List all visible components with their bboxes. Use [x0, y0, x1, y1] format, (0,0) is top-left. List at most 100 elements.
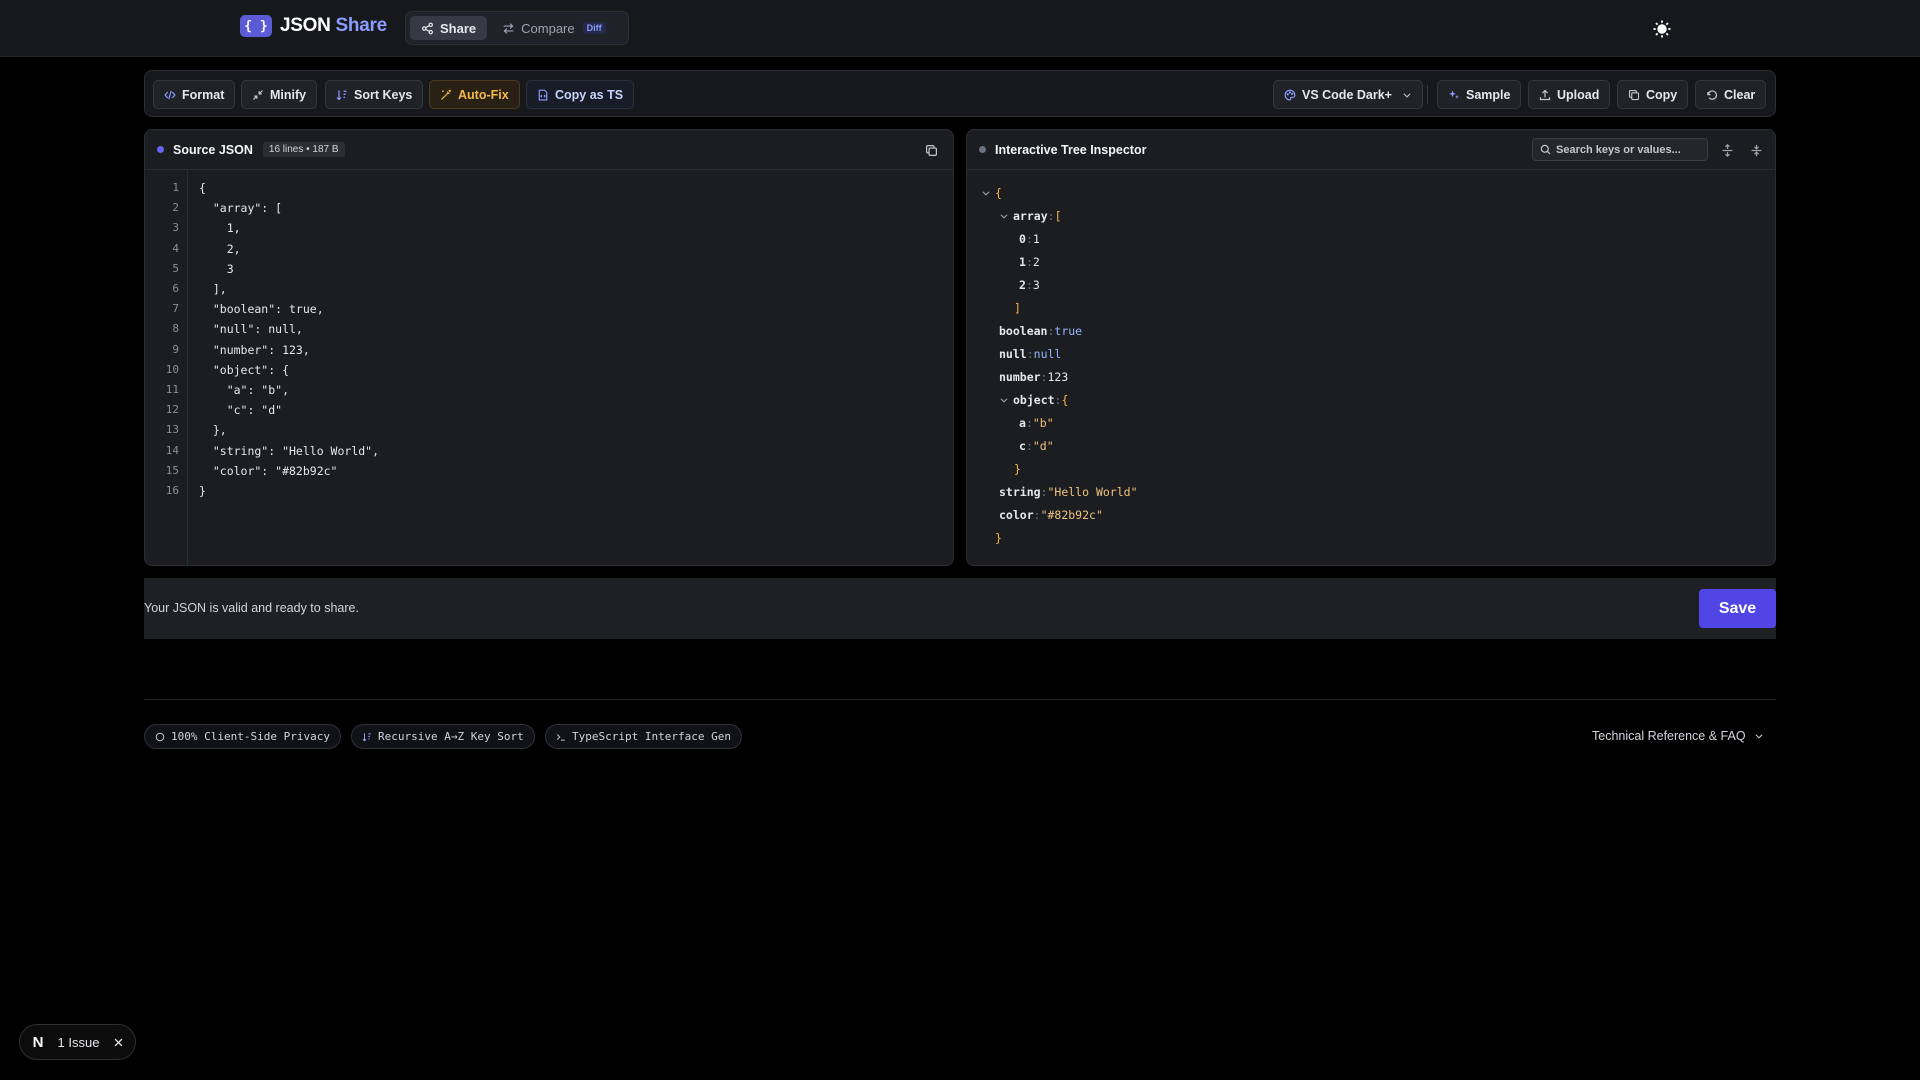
tree-colon: :: [1025, 278, 1033, 292]
dismiss-issue-button[interactable]: [111, 1035, 125, 1049]
tree-node-color[interactable]: color: "#82b92c": [999, 508, 1103, 522]
tree-search-input[interactable]: [1556, 143, 1696, 156]
code-line[interactable]: "c": "d": [199, 403, 282, 417]
tab-share[interactable]: Share: [410, 16, 488, 40]
line-number: 9: [172, 342, 179, 356]
tree-colon: :: [1040, 370, 1048, 384]
tree-node-a[interactable]: a: "b": [1019, 416, 1054, 430]
tab-compare-label: Compare: [521, 20, 575, 36]
chevron-down-icon: [1755, 734, 1763, 739]
tree-node-array-item[interactable]: 0: 1: [1019, 232, 1040, 246]
tree-node-string[interactable]: string: "Hello World": [999, 485, 1138, 499]
line-number: 7: [172, 302, 179, 316]
tree-value: null: [1033, 347, 1062, 361]
issue-count[interactable]: 1 Issue: [56, 1035, 101, 1050]
tree-colon: :: [1025, 439, 1033, 453]
tree-colon: :: [1040, 485, 1048, 499]
format-button[interactable]: Format: [153, 80, 236, 109]
copy-as-ts-label: Copy as TS: [555, 87, 624, 102]
code-line[interactable]: 2,: [199, 242, 241, 256]
code-line[interactable]: ],: [199, 282, 227, 296]
tree-search[interactable]: [1532, 138, 1708, 161]
close-icon: [114, 1038, 122, 1046]
tab-compare[interactable]: Compare Diff: [491, 16, 616, 40]
tree-node-c[interactable]: c: "d": [1019, 439, 1054, 453]
tree-node-null[interactable]: null: null: [999, 347, 1061, 361]
tab-share-label: Share: [440, 20, 477, 36]
line-number: 1: [172, 181, 179, 194]
code-line[interactable]: "number": 123,: [199, 343, 310, 357]
tree-panel-title: Interactive Tree Inspector: [995, 142, 1147, 157]
share-icon: [422, 22, 433, 34]
sort-icon: [362, 732, 371, 741]
line-number: 4: [172, 241, 179, 255]
chip-label: 100% Client-Side Privacy: [171, 730, 330, 743]
sample-button[interactable]: Sample: [1437, 80, 1522, 109]
tree-colon: :: [1047, 324, 1055, 338]
tree-node-array[interactable]: array: [: [999, 209, 1062, 223]
tree-node-array-item[interactable]: 2: 3: [1019, 278, 1040, 292]
root-close: }: [995, 531, 1002, 545]
tree-node-boolean[interactable]: boolean: true: [999, 324, 1082, 338]
auto-fix-button[interactable]: Auto-Fix: [429, 80, 520, 109]
root-close-brace: }: [995, 531, 1002, 545]
app-header: { } JSON Share Share Compare Diff: [0, 0, 1920, 57]
status-bar: Your JSON is valid and ready to share. S…: [144, 578, 1776, 639]
chevron-down-icon[interactable]: [999, 395, 1009, 405]
code-line[interactable]: },: [199, 423, 227, 437]
minify-button[interactable]: Minify: [241, 80, 318, 109]
code-line[interactable]: {: [199, 181, 206, 195]
issues-indicator[interactable]: N 1 Issue: [19, 1024, 136, 1060]
tree-value: "Hello World": [1047, 485, 1138, 499]
tree-root-node[interactable]: {: [981, 186, 1002, 200]
sort-keys-button[interactable]: Sort Keys: [325, 80, 424, 109]
object-close: }: [1014, 462, 1021, 476]
tree-key: object: [1013, 393, 1055, 407]
code-line[interactable]: "string": "Hello World",: [199, 444, 379, 458]
code-line[interactable]: "boolean": true,: [199, 302, 324, 316]
tree-node-object[interactable]: object: {: [999, 393, 1068, 407]
line-number: 10: [165, 362, 179, 376]
clear-button[interactable]: Clear: [1695, 80, 1767, 109]
tree-node-array-item[interactable]: 1: 2: [1019, 255, 1040, 269]
theme-toggle-button[interactable]: [1650, 17, 1674, 41]
app-logo[interactable]: { } JSON Share: [240, 15, 387, 37]
save-button[interactable]: Save: [1699, 589, 1776, 628]
chevron-down-icon[interactable]: [981, 188, 991, 198]
code-line[interactable]: "null": null,: [199, 322, 303, 336]
tree-colon: :: [1025, 232, 1033, 246]
line-number: 11: [165, 383, 179, 396]
tree-value: "#82b92c": [1040, 508, 1103, 522]
auto-fix-label: Auto-Fix: [458, 87, 509, 102]
collapse-icon: [1751, 144, 1761, 156]
tree-node-number[interactable]: number: 123: [999, 370, 1068, 384]
code-line[interactable]: 1,: [199, 221, 241, 235]
tree-key: number: [999, 370, 1041, 384]
collapse-all-button[interactable]: [1748, 142, 1764, 158]
braces-logo-icon: { }: [240, 15, 272, 37]
sun-icon: [1653, 20, 1671, 38]
tree-key: a: [1019, 416, 1026, 430]
code-line[interactable]: 3: [199, 262, 234, 276]
minimize-icon: [253, 89, 263, 100]
copy-as-ts-button[interactable]: Copy as TS: [526, 80, 635, 109]
tree-value: true: [1054, 324, 1083, 338]
chip-label: Recursive A→Z Key Sort: [378, 730, 524, 743]
shield-icon: [155, 732, 165, 741]
code-line[interactable]: "a": "b",: [199, 383, 289, 397]
chevron-down-icon[interactable]: [999, 211, 1009, 221]
tree-colon: :: [1047, 209, 1055, 223]
code-line[interactable]: "array": [: [199, 201, 282, 215]
faq-toggle[interactable]: Technical Reference & FAQ: [1592, 729, 1764, 743]
code-line[interactable]: }: [199, 484, 206, 498]
code-line[interactable]: "object": {: [199, 363, 289, 377]
line-number: 14: [165, 443, 179, 457]
copy-button[interactable]: Copy: [1617, 80, 1689, 109]
array-close: ]: [1014, 301, 1021, 315]
expand-all-button[interactable]: [1719, 142, 1735, 158]
code-editor[interactable]: 1 2 3 4 5 6 7 8 9 10 11 12 13 14 15 16 { "array": [ 1, …: [145, 170, 953, 565]
copy-source-button[interactable]: [923, 142, 939, 158]
editor-theme-select[interactable]: VS Code Dark+: [1273, 80, 1423, 109]
upload-button[interactable]: Upload: [1528, 80, 1611, 109]
code-line[interactable]: "color": "#82b92c": [199, 464, 338, 478]
